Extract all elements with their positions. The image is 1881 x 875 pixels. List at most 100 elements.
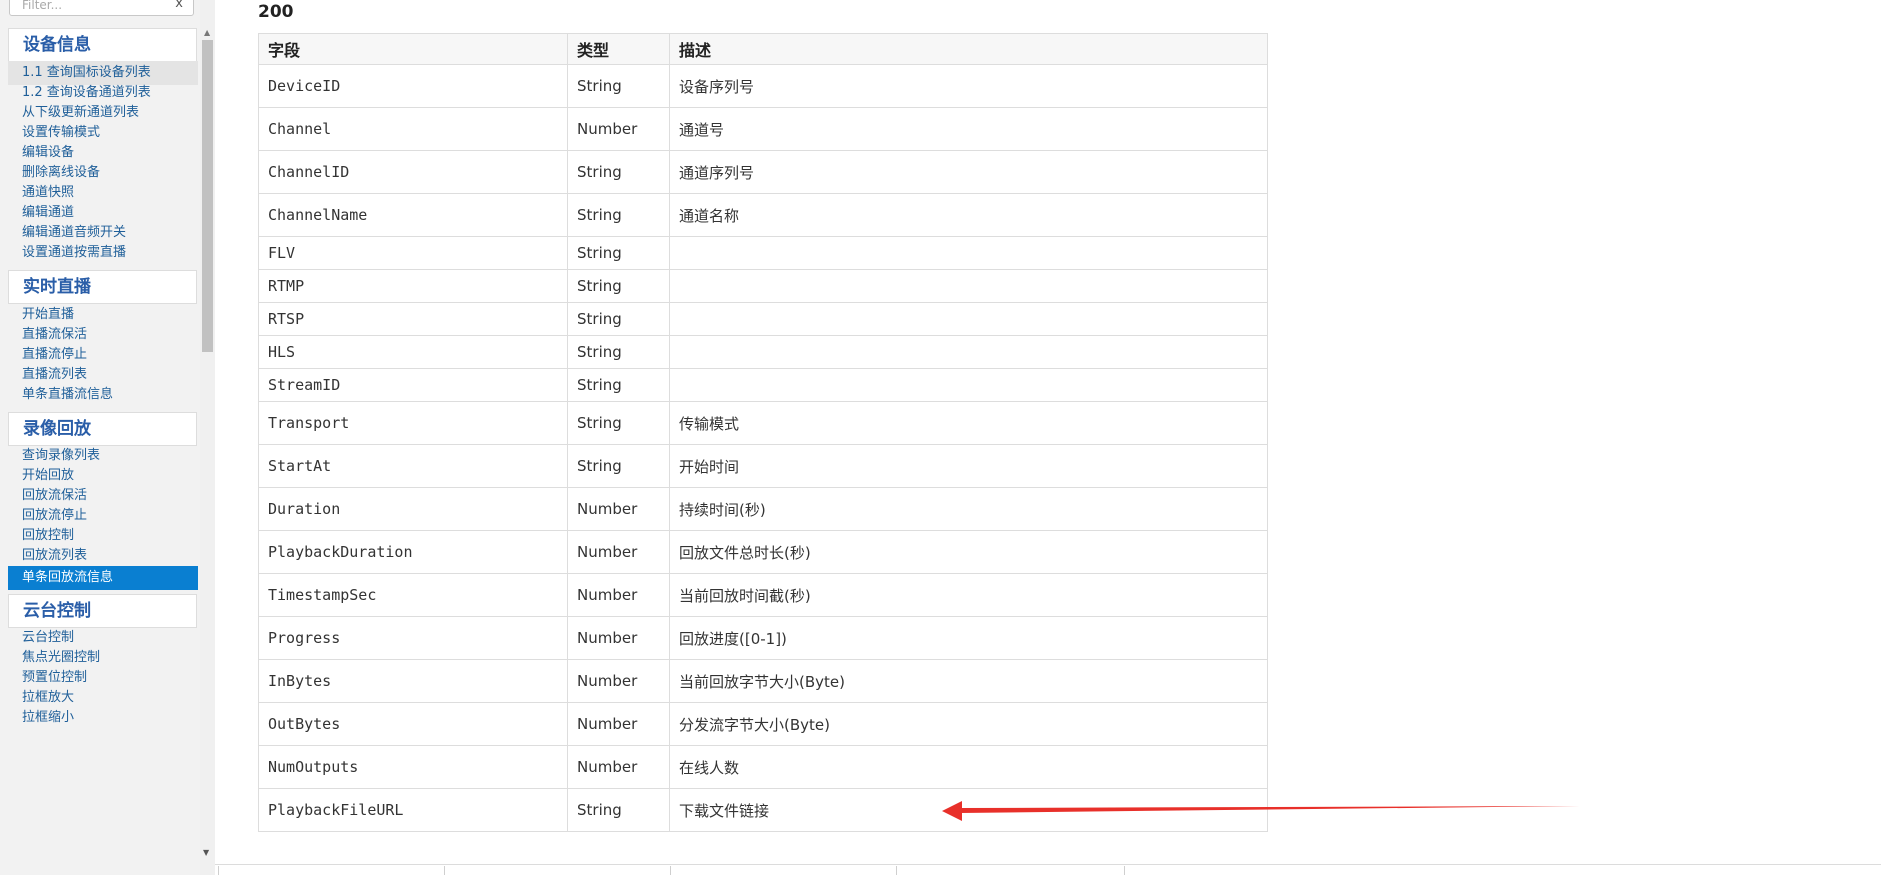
footer-tick: [218, 866, 219, 875]
table-row: DeviceID String 设备序列号: [258, 64, 1268, 108]
nav-group-live[interactable]: 实时直播: [8, 270, 197, 304]
field-type: String: [567, 335, 670, 369]
table-row: StreamID String: [258, 368, 1268, 402]
footer-tick: [444, 866, 445, 875]
field-name: StreamID: [258, 368, 568, 402]
field-desc: 传输模式: [669, 401, 1268, 445]
field-name: DeviceID: [258, 64, 568, 108]
table-row: Progress Number 回放进度([0-1]): [258, 616, 1268, 660]
field-desc: 回放文件总时长(秒): [669, 530, 1268, 574]
field-type: Number: [567, 745, 670, 789]
footer-divider: [215, 864, 1881, 865]
scroll-up-icon[interactable]: ▲: [204, 28, 210, 37]
field-type: String: [567, 788, 670, 832]
nav-item-live-info[interactable]: 单条直播流信息: [8, 383, 198, 407]
field-name: Progress: [258, 616, 568, 660]
nav-group-playback[interactable]: 录像回放: [8, 412, 197, 446]
table-row: Duration Number 持续时间(秒): [258, 487, 1268, 531]
field-desc: [669, 368, 1268, 402]
header-desc: 描述: [669, 33, 1268, 65]
field-name: ChannelID: [258, 150, 568, 194]
scroll-down-icon[interactable]: ▼: [203, 848, 209, 857]
field-type: Number: [567, 107, 670, 151]
table-row: RTMP String: [258, 269, 1268, 303]
field-desc: [669, 335, 1268, 369]
field-name: OutBytes: [258, 702, 568, 746]
field-name: PlaybackFileURL: [258, 788, 568, 832]
field-type: Number: [567, 702, 670, 746]
nav-item-playback-info[interactable]: 单条回放流信息: [8, 566, 198, 590]
nav-group-ptz[interactable]: 云台控制: [8, 594, 197, 628]
field-type: String: [567, 64, 670, 108]
field-desc: 在线人数: [669, 745, 1268, 789]
header-type: 类型: [567, 33, 670, 65]
footer-tick: [896, 866, 897, 875]
table-row: StartAt String 开始时间: [258, 444, 1268, 488]
field-desc: 分发流字节大小(Byte): [669, 702, 1268, 746]
field-desc: 开始时间: [669, 444, 1268, 488]
field-desc: 当前回放字节大小(Byte): [669, 659, 1268, 703]
field-type: String: [567, 368, 670, 402]
table-row: Channel Number 通道号: [258, 107, 1268, 151]
table-row: TimestampSec Number 当前回放时间截(秒): [258, 573, 1268, 617]
nav-item-zoom-out-box[interactable]: 拉框缩小: [8, 706, 198, 730]
field-name: InBytes: [258, 659, 568, 703]
footer-tick: [1124, 866, 1125, 875]
field-name: TimestampSec: [258, 573, 568, 617]
field-name: Channel: [258, 107, 568, 151]
field-type: String: [567, 401, 670, 445]
field-type: Number: [567, 573, 670, 617]
field-desc: [669, 236, 1268, 270]
field-desc: 回放进度([0-1]): [669, 616, 1268, 660]
table-header-row: 字段 类型 描述: [258, 33, 1268, 65]
field-desc: [669, 269, 1268, 303]
table-row: NumOutputs Number 在线人数: [258, 745, 1268, 789]
page: x 设备信息 1.1 查询国标设备列表 1.2 查询设备通道列表 从下级更新通道…: [0, 0, 1881, 875]
field-desc: 当前回放时间截(秒): [669, 573, 1268, 617]
response-fields-table: 字段 类型 描述 DeviceID String 设备序列号 Channel N…: [258, 33, 1268, 832]
field-desc: 持续时间(秒): [669, 487, 1268, 531]
field-type: String: [567, 150, 670, 194]
main-content: 200 字段 类型 描述 DeviceID String 设备序列号 Chann…: [215, 0, 1881, 875]
sidebar-scrollbar[interactable]: ▲ ▼: [200, 0, 215, 875]
field-type: Number: [567, 487, 670, 531]
nav-list: 设备信息 1.1 查询国标设备列表 1.2 查询设备通道列表 从下级更新通道列表…: [0, 0, 200, 875]
table-row: InBytes Number 当前回放字节大小(Byte): [258, 659, 1268, 703]
sidebar: x 设备信息 1.1 查询国标设备列表 1.2 查询设备通道列表 从下级更新通道…: [0, 0, 215, 875]
table-row: OutBytes Number 分发流字节大小(Byte): [258, 702, 1268, 746]
scroll-thumb[interactable]: [202, 40, 213, 352]
field-desc: 设备序列号: [669, 64, 1268, 108]
field-type: Number: [567, 659, 670, 703]
nav-item-playback-list[interactable]: 回放流列表: [8, 544, 198, 568]
field-desc: 通道名称: [669, 193, 1268, 237]
table-row: PlaybackDuration Number 回放文件总时长(秒): [258, 530, 1268, 574]
table-row: RTSP String: [258, 302, 1268, 336]
field-type: String: [567, 302, 670, 336]
field-name: Duration: [258, 487, 568, 531]
footer-tick: [670, 866, 671, 875]
response-status-code: 200: [258, 2, 294, 22]
field-type: Number: [567, 616, 670, 660]
field-desc: 通道序列号: [669, 150, 1268, 194]
field-desc: [669, 302, 1268, 336]
nav-group-device[interactable]: 设备信息: [8, 28, 197, 62]
field-name: RTSP: [258, 302, 568, 336]
field-type: Number: [567, 530, 670, 574]
table-row: Transport String 传输模式: [258, 401, 1268, 445]
table-row: PlaybackFileURL String 下载文件链接: [258, 788, 1268, 832]
field-name: RTMP: [258, 269, 568, 303]
field-name: FLV: [258, 236, 568, 270]
table-row: FLV String: [258, 236, 1268, 270]
field-name: StartAt: [258, 444, 568, 488]
header-field: 字段: [258, 33, 568, 65]
field-desc: 通道号: [669, 107, 1268, 151]
nav-item-channel-on-demand[interactable]: 设置通道按需直播: [8, 241, 198, 265]
field-name: ChannelName: [258, 193, 568, 237]
field-type: String: [567, 444, 670, 488]
field-name: HLS: [258, 335, 568, 369]
table-row: HLS String: [258, 335, 1268, 369]
table-row: ChannelName String 通道名称: [258, 193, 1268, 237]
field-name: PlaybackDuration: [258, 530, 568, 574]
field-name: Transport: [258, 401, 568, 445]
field-type: String: [567, 193, 670, 237]
